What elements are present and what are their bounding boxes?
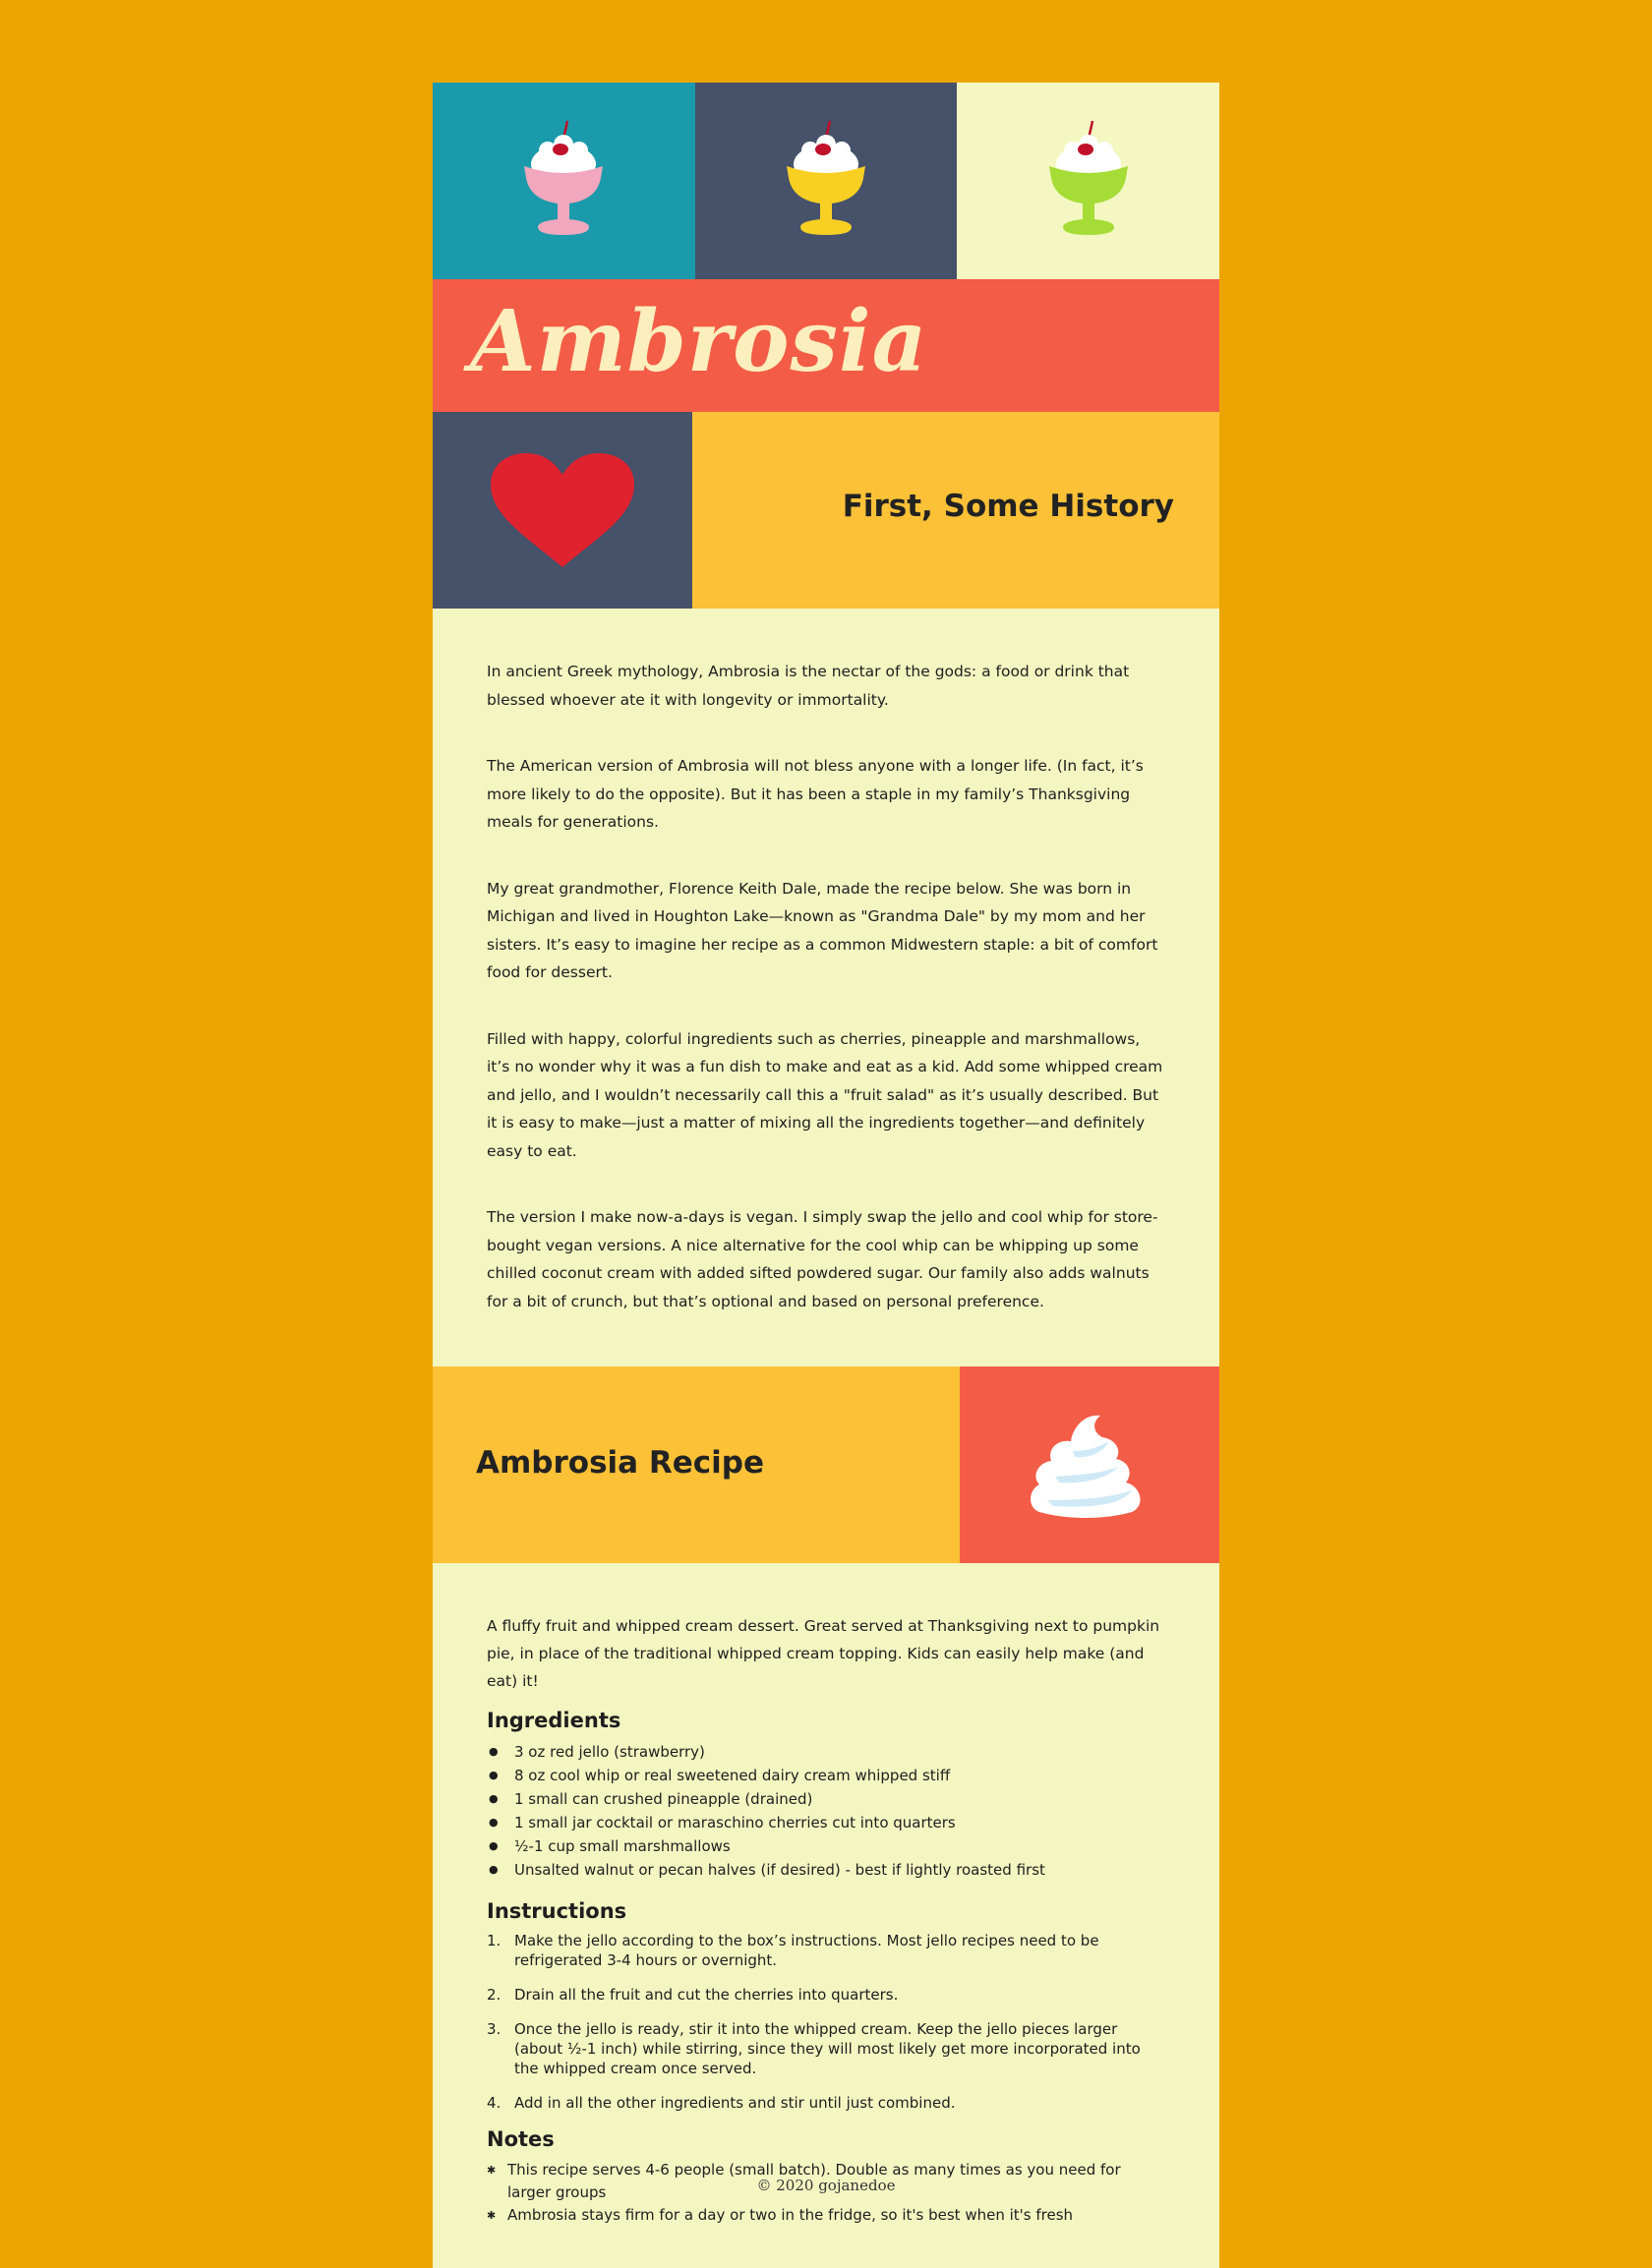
step-text: Make the jello according to the box’s in… (514, 1932, 1099, 1969)
note-item: Ambrosia stays firm for a day or two in … (487, 2204, 1165, 2227)
instruction-step: 4. Add in all the other ingredients and s… (487, 2093, 1165, 2113)
heart-icon (491, 453, 634, 567)
history-content: In ancient Greek mythology, Ambrosia is … (433, 609, 1219, 1367)
footer-copyright: © 2020 gojanedoe (756, 2177, 896, 2194)
title-banner: Ambrosia (433, 279, 1219, 412)
recipe-heading: Ambrosia Recipe (476, 1445, 764, 1481)
sundae-icon (524, 120, 604, 235)
sundae-tile-pink (433, 83, 695, 279)
history-paragraph: The American version of Ambrosia will no… (487, 757, 1144, 831)
instructions-list: 1. Make the jello according to the box’s … (487, 1931, 1165, 2113)
notes-heading: Notes (487, 2127, 555, 2151)
recipe-content: A fluffy fruit and whipped cream dessert… (433, 1563, 1219, 2268)
recipe-card: Ambrosia First, Some History In ancient … (433, 83, 1219, 2268)
history-heading: First, Some History (842, 489, 1174, 524)
step-text: Once the jello is ready, stir it into th… (514, 2020, 1141, 2077)
whipped-cream-icon (1031, 1415, 1141, 1518)
ingredient-item: Unsalted walnut or pecan halves (if desi… (487, 1858, 1165, 1882)
instruction-step: 2. Drain all the fruit and cut the cherri… (487, 1985, 1165, 2005)
recipe-intro: A fluffy fruit and whipped cream dessert… (487, 1617, 1160, 1690)
step-text: Add in all the other ingredients and sti… (514, 2094, 956, 2112)
ingredients-list: 3 oz red jello (strawberry) 8 oz cool wh… (487, 1740, 1165, 1882)
sundae-tile-yellow (694, 83, 958, 279)
step-number: 2. (487, 1986, 502, 2004)
history-paragraph: In ancient Greek mythology, Ambrosia is … (487, 663, 1130, 709)
step-number: 1. (487, 1932, 502, 1949)
heart-tile (433, 412, 692, 609)
recipe-header: Ambrosia Recipe (433, 1367, 1219, 1563)
sundae-tile-green (957, 83, 1219, 279)
sundae-icon (786, 120, 865, 235)
ingredient-item: 8 oz cool whip or real sweetened dairy c… (487, 1764, 1165, 1787)
ingredient-item: ½-1 cup small marshmallows (487, 1834, 1165, 1858)
ingredient-item: 1 small jar cocktail or maraschino cherr… (487, 1811, 1165, 1834)
sundae-tiles (433, 83, 1219, 279)
ingredient-item: 1 small can crushed pineapple (drained) (487, 1787, 1165, 1811)
step-text: Drain all the fruit and cut the cherries… (514, 1986, 899, 2004)
ingredient-item: 3 oz red jello (strawberry) (487, 1740, 1165, 1764)
history-heading-panel: First, Some History (692, 412, 1219, 609)
whipped-cream-tile (960, 1367, 1219, 1563)
history-header: First, Some History (433, 412, 1219, 609)
ingredients-heading: Ingredients (487, 1709, 621, 1732)
history-paragraph: My great grandmother, Florence Keith Dal… (487, 879, 1158, 982)
step-number: 4. (487, 2094, 502, 2112)
sundae-icon (1048, 120, 1128, 235)
history-paragraph: Filled with happy, colorful ingredients … (487, 1029, 1163, 1160)
instruction-step: 3. Once the jello is ready, stir it into … (487, 2019, 1165, 2078)
page-title: Ambrosia (470, 292, 928, 391)
recipe-heading-panel: Ambrosia Recipe (433, 1367, 960, 1563)
instructions-heading: Instructions (487, 1899, 627, 1923)
instruction-step: 1. Make the jello according to the box’s … (487, 1931, 1165, 1970)
step-number: 3. (487, 2020, 502, 2038)
history-paragraph: The version I make now-a-days is vegan. … (487, 1208, 1158, 1310)
